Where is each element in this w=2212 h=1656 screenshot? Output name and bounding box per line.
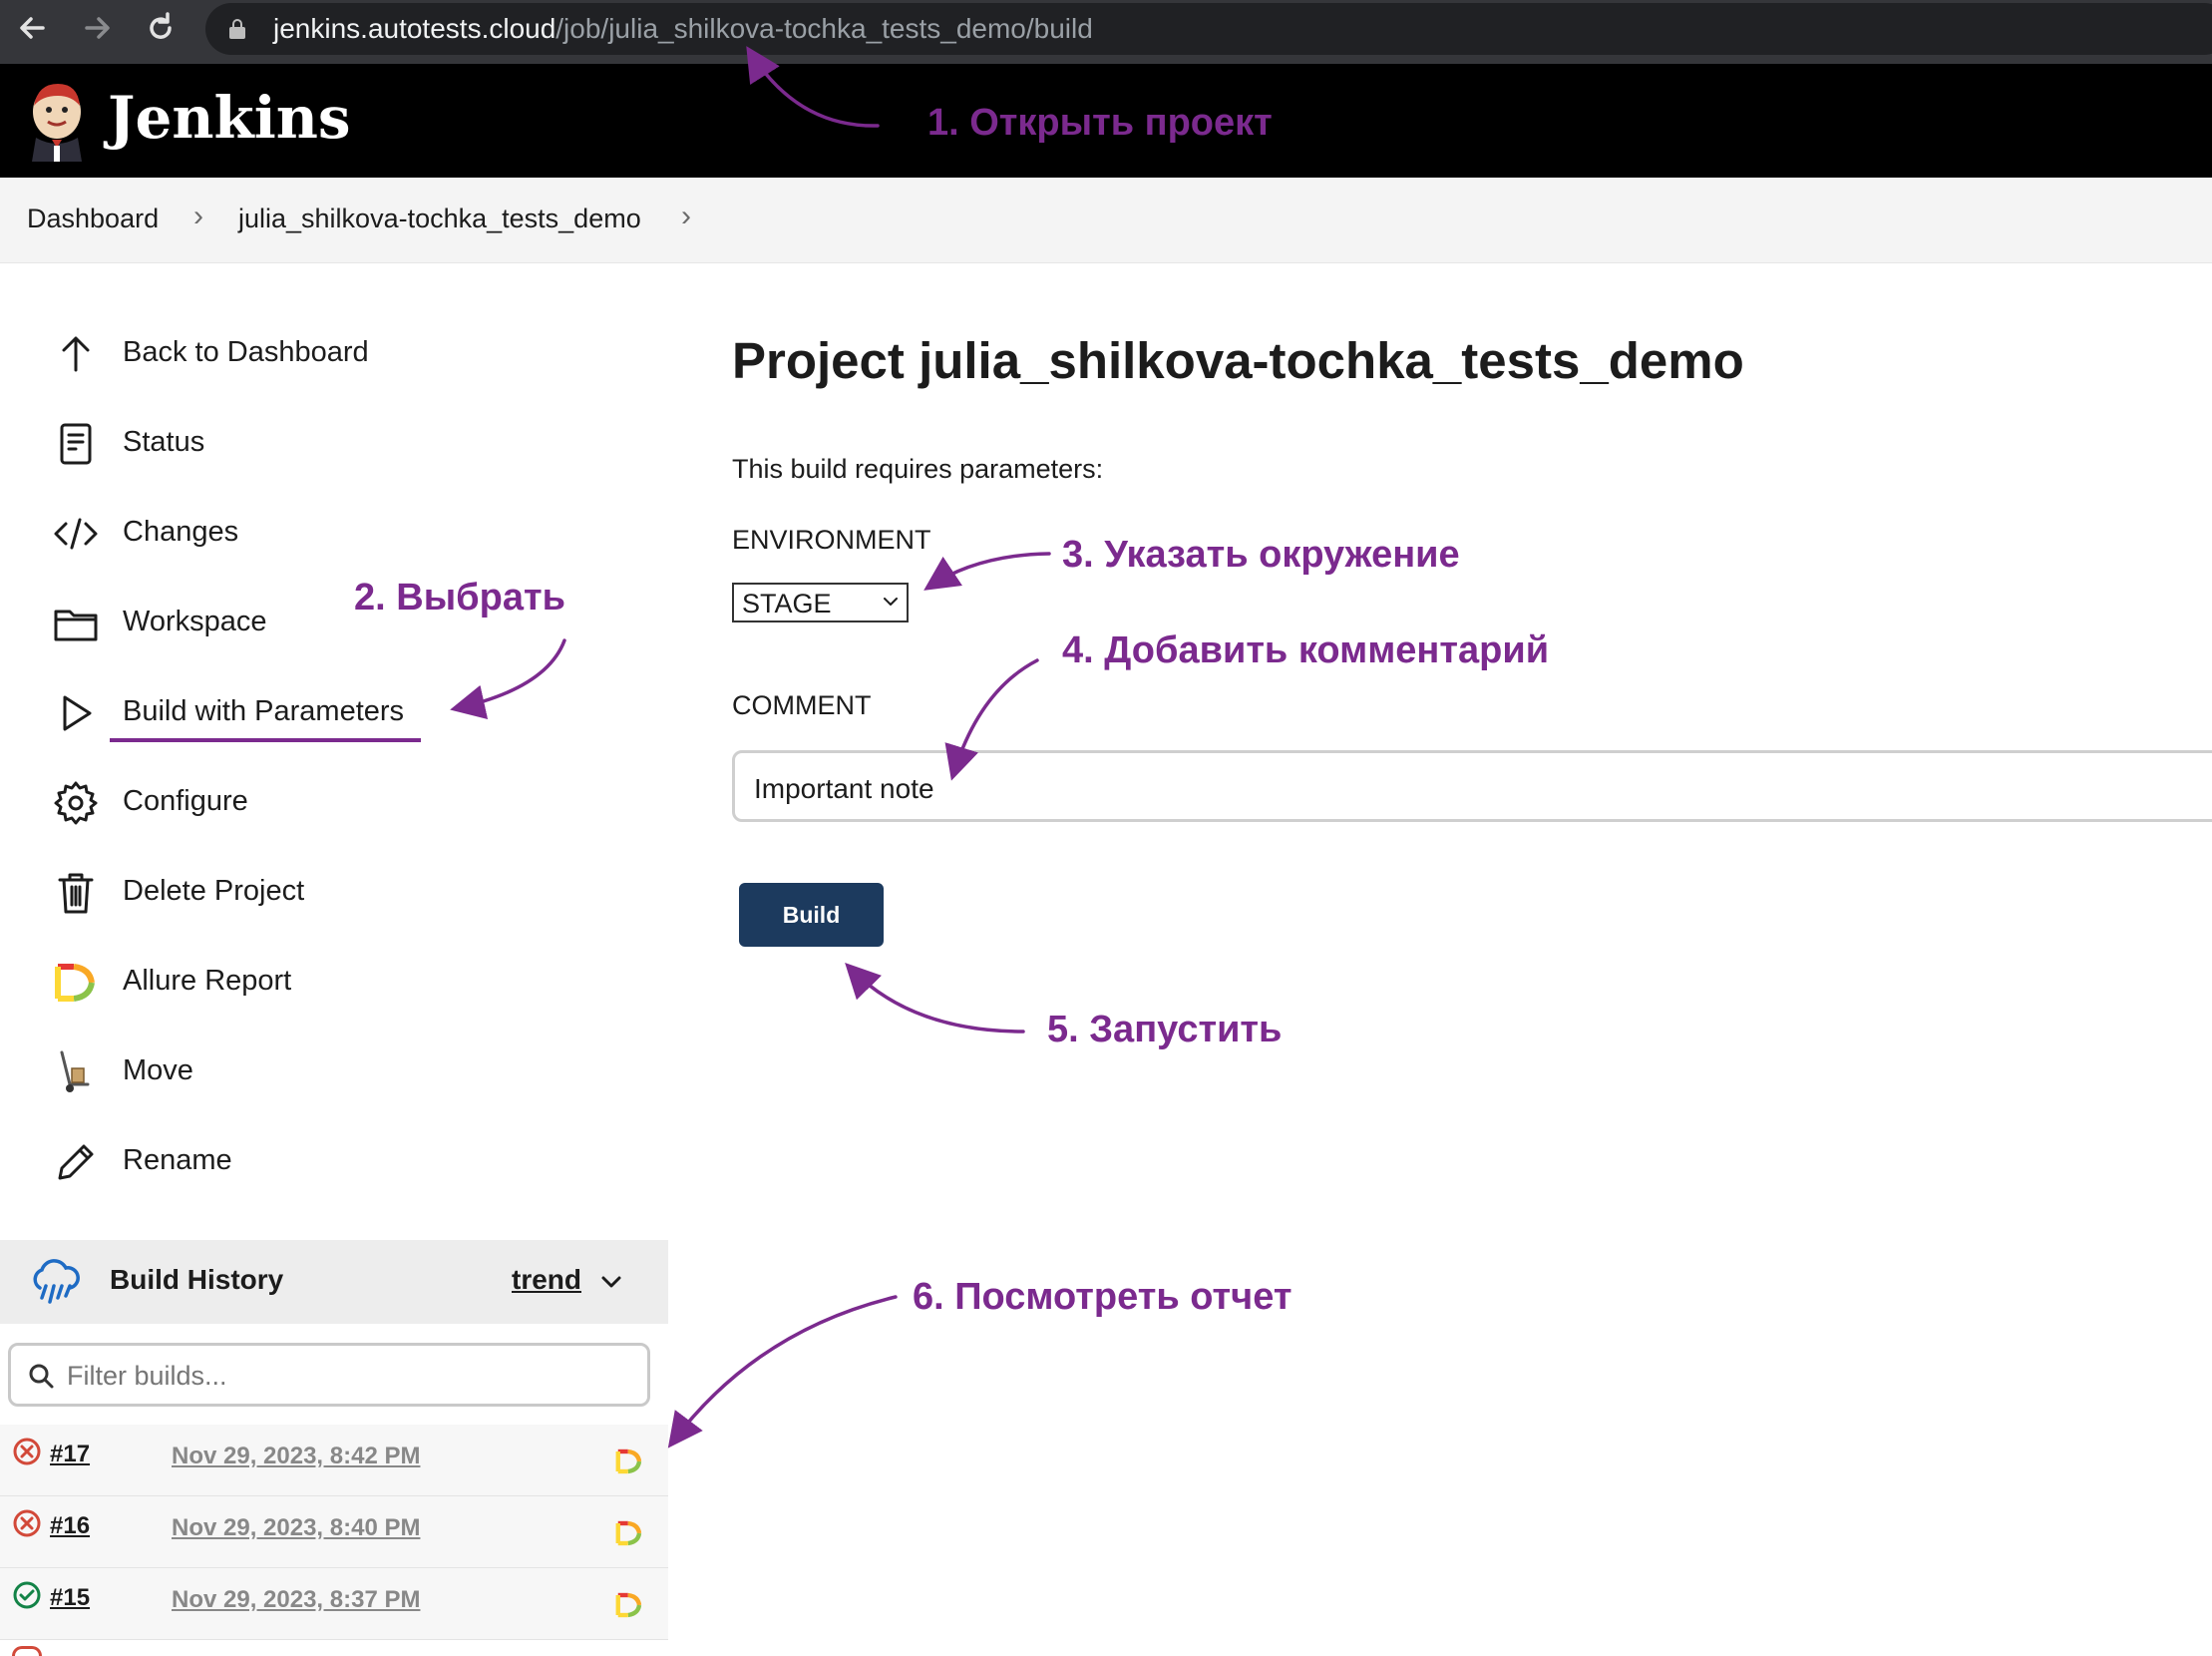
build-date-link[interactable]: Nov 29, 2023, 8:42 PM: [172, 1443, 420, 1470]
comment-label: COMMENT: [732, 690, 872, 720]
build-date-link[interactable]: Nov 29, 2023, 8:37 PM: [172, 1586, 420, 1614]
arrow-up-icon: [52, 330, 100, 378]
annotation-step-4: 4. Добавить комментарий: [1062, 629, 1550, 671]
sidebar-item-build-with-parameters[interactable]: Build with Parameters: [52, 683, 610, 743]
build-row[interactable]: #16 Nov 29, 2023, 8:40 PM: [0, 1496, 668, 1568]
lock-icon: [229, 19, 245, 39]
address-bar[interactable]: jenkins.autotests.cloud/job/julia_shilko…: [205, 3, 2212, 55]
search-icon: [27, 1362, 55, 1390]
chevron-down-icon[interactable]: [599, 1270, 623, 1294]
chevron-down-icon: [882, 593, 900, 611]
allure-report-icon[interactable]: [614, 1590, 644, 1620]
sidebar-item-label: Delete Project: [123, 875, 305, 907]
sidebar-item-rename[interactable]: Rename: [52, 1132, 610, 1192]
chevron-right-icon: ›: [193, 200, 203, 232]
breadcrumb-project[interactable]: julia_shilkova-tochka_tests_demo: [238, 204, 641, 234]
build-history-header: Build History trend: [0, 1240, 668, 1324]
url-host: jenkins.autotests.cloud: [273, 13, 556, 44]
weather-cloud-icon: [28, 1258, 80, 1306]
sidebar-item-label: Allure Report: [123, 965, 292, 997]
failed-status-icon: [12, 1437, 42, 1466]
build-button[interactable]: Build: [739, 883, 884, 947]
sidebar-item-status[interactable]: Status: [52, 414, 610, 474]
sidebar-item-label: Status: [123, 426, 205, 458]
sidebar-item-label: Configure: [123, 785, 248, 817]
jenkins-brand[interactable]: Jenkins: [108, 84, 351, 152]
breadcrumb-dashboard[interactable]: Dashboard: [27, 204, 159, 234]
annotation-step-2: 2. Выбрать: [354, 577, 565, 619]
annotation-step-6: 6. Посмотреть отчет: [913, 1276, 1292, 1318]
sidebar-item-changes[interactable]: Changes: [52, 504, 610, 564]
document-icon: [52, 420, 100, 468]
annotation-step-5: 5. Запустить: [1047, 1009, 1283, 1050]
sidebar-item-label: Rename: [123, 1144, 232, 1176]
sidebar-item-move[interactable]: Move: [52, 1042, 610, 1102]
build-number-link[interactable]: #17: [50, 1441, 90, 1468]
breadcrumb: Dashboard › julia_shilkova-tochka_tests_…: [0, 178, 2212, 263]
chevron-right-icon[interactable]: ›: [681, 200, 691, 233]
sidebar-item-allure-report[interactable]: Allure Report: [52, 953, 610, 1013]
build-number-link[interactable]: #15: [50, 1584, 90, 1612]
sidebar-item-delete-project[interactable]: Delete Project: [52, 863, 610, 923]
allure-report-icon[interactable]: [614, 1518, 644, 1548]
page-title: Project julia_shilkova-tochka_tests_demo: [732, 332, 1744, 389]
annotation-step-3: 3. Указать окружение: [1062, 534, 1460, 576]
filter-builds-field[interactable]: [8, 1343, 650, 1407]
comment-input[interactable]: Important note: [732, 750, 2212, 822]
gear-icon: [52, 779, 100, 827]
allure-report-icon[interactable]: [614, 1447, 644, 1476]
url-text: jenkins.autotests.cloud/job/julia_shilko…: [273, 12, 1093, 46]
build-date-link[interactable]: Nov 29, 2023, 8:40 PM: [172, 1514, 420, 1542]
hand-truck-icon: [52, 1048, 100, 1096]
failed-status-icon: [12, 1646, 42, 1656]
code-icon: [52, 510, 100, 558]
forward-arrow-icon[interactable]: [72, 8, 122, 48]
sidebar-item-label: Back to Dashboard: [123, 336, 369, 368]
sidebar-item-configure[interactable]: Configure: [52, 773, 610, 833]
sidebar-item-label: Build with Parameters: [123, 695, 405, 727]
play-icon: [52, 689, 100, 737]
filter-builds-input[interactable]: [67, 1358, 625, 1394]
annotation-step-1: 1. Открыть проект: [927, 102, 1273, 144]
active-item-underline: [110, 738, 421, 742]
back-arrow-icon[interactable]: [8, 8, 58, 48]
jenkins-logo-icon[interactable]: [28, 78, 86, 162]
build-row[interactable]: #17 Nov 29, 2023, 8:42 PM: [0, 1425, 668, 1496]
arrow-step-6: [667, 1295, 898, 1449]
environment-selected-value: STAGE: [742, 589, 832, 619]
pencil-icon: [52, 1138, 100, 1186]
build-number-link[interactable]: #16: [50, 1512, 90, 1540]
sidebar-item-label: Move: [123, 1054, 193, 1086]
requires-parameters-text: This build requires parameters:: [732, 454, 1104, 484]
sidebar-item-back-to-dashboard[interactable]: Back to Dashboard: [52, 324, 610, 384]
browser-toolbar: jenkins.autotests.cloud/job/julia_shilko…: [0, 0, 2212, 64]
environment-label: ENVIRONMENT: [732, 525, 931, 555]
reload-icon[interactable]: [136, 8, 185, 48]
url-path: /job/julia_shilkova-tochka_tests_demo/bu…: [555, 13, 1093, 44]
sidebar-item-label: Changes: [123, 516, 239, 548]
failed-status-icon: [12, 1508, 42, 1538]
arrow-step-5: [845, 962, 1025, 1034]
folder-icon: [52, 600, 100, 647]
comment-value: Important note: [754, 773, 934, 804]
sidebar-item-label: Workspace: [123, 606, 267, 637]
trend-link[interactable]: trend: [512, 1264, 581, 1296]
build-row[interactable]: #15 Nov 29, 2023, 8:37 PM: [0, 1568, 668, 1640]
arrow-step-3: [923, 552, 1051, 591]
success-status-icon: [12, 1580, 42, 1610]
allure-icon: [52, 959, 100, 1007]
environment-select[interactable]: STAGE: [732, 583, 909, 622]
build-history-title: Build History: [110, 1264, 284, 1295]
trash-icon: [52, 869, 100, 917]
